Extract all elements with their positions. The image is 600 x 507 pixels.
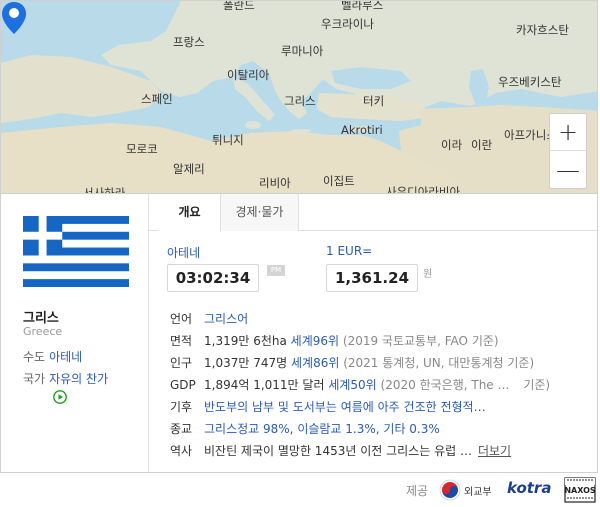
- population-source: (2021 통계청, UN, 대만통계청 기준): [343, 356, 535, 370]
- map-label-algeria: 알제리: [173, 162, 205, 176]
- religion-link[interactable]: 그리스정교 98%, 이슬람교 1.3%, 기타 0.3%: [204, 422, 440, 436]
- naxos-logo-icon[interactable]: NAXOS: [564, 477, 596, 503]
- map-label-western-sahara: 서사하라: [83, 186, 126, 193]
- gdp-value: 1,894억 1,011만 달러: [204, 378, 325, 392]
- anthem-row: 국가 자유의 찬가: [23, 370, 108, 387]
- exchange-label: 1 EUR=: [326, 244, 373, 258]
- provider-label: 제공: [406, 484, 429, 498]
- area-value: 1,319만 6천ha: [204, 334, 287, 348]
- location-pin-icon[interactable]: [1, 1, 27, 35]
- gdp-rank-link[interactable]: 세계50위: [328, 378, 376, 392]
- map-label-belarus: 벨라루스: [341, 0, 384, 12]
- time-city-label: 아테네: [167, 246, 201, 260]
- map-label-uzbekistan: 우즈베키스탄: [498, 75, 562, 89]
- country-name: 그리스: [23, 311, 59, 326]
- map-label-italy: 이탈리아: [227, 68, 270, 82]
- detail-key: GDP: [170, 378, 196, 392]
- detail-row-climate: 기후 반도부의 남부 및 도서부는 여름에 아주 건조한 전형적…: [170, 398, 486, 415]
- map-label-spain: 스페인: [141, 92, 173, 106]
- exchange-rate-value: 1,361.24: [326, 264, 418, 292]
- language-link[interactable]: 그리스어: [204, 312, 248, 326]
- greece-flag-icon: [23, 216, 129, 287]
- map-label-iraq: 이라: [441, 138, 463, 152]
- detail-row-religion: 종교 그리스정교 98%, 이슬람교 1.3%, 기타 0.3%: [170, 420, 440, 437]
- zoom-in-button[interactable]: +: [550, 114, 586, 151]
- detail-key: 인구: [170, 356, 193, 370]
- tab-overview[interactable]: 개요: [159, 194, 221, 232]
- map-label-france: 프랑스: [173, 35, 205, 49]
- detail-key: 종교: [170, 422, 193, 436]
- zoom-out-button[interactable]: —: [550, 151, 586, 188]
- map-label-morocco: 모로코: [126, 142, 158, 156]
- zoom-control: + —: [549, 113, 587, 189]
- map[interactable]: 폴란드 벨라루스 우크라이나 카자흐스탄 프랑스 루마니아 이탈리아 우즈베키스…: [0, 0, 598, 193]
- capital-row: 수도 아테네: [23, 348, 82, 365]
- map-label-iran: 이란: [471, 138, 493, 152]
- gdp-source-end: 기준): [523, 378, 551, 392]
- capital-label: 수도: [23, 350, 46, 364]
- area-source: (2019 국토교통부, FAO 기준): [342, 334, 499, 348]
- capital-link[interactable]: 아테네: [49, 350, 82, 364]
- detail-key: 역사: [170, 444, 193, 458]
- info-tabs: 개요 경제·물가: [149, 194, 597, 232]
- local-time-clock: 03:02:34: [167, 264, 259, 292]
- map-label-turkey: 터키: [363, 94, 385, 108]
- play-icon[interactable]: [53, 390, 67, 404]
- map-label-egypt: 이집트: [323, 174, 355, 188]
- detail-row-population: 인구 1,037만 747명 세계86위 (2021 통계청, UN, 대만통계청…: [170, 354, 534, 371]
- mofa-text: 외교부: [464, 486, 492, 498]
- detail-key: 언어: [170, 312, 193, 326]
- gdp-source: (2020 한국은행, The …: [380, 378, 510, 392]
- mofa-logo[interactable]: 외교부: [439, 478, 492, 502]
- naxos-text: NAXOS: [564, 486, 596, 495]
- map-label-libya: 리비아: [259, 176, 291, 190]
- map-label-kazakhstan: 카자흐스탄: [516, 23, 569, 37]
- provider-footer: 제공 외교부 kotra NAXOS: [0, 474, 598, 506]
- map-label-tunisia: 튀니지: [212, 133, 244, 147]
- map-label-poland: 폴란드: [223, 0, 255, 12]
- currency-unit: 원: [423, 269, 433, 280]
- history-text: 비잔틴 제국이 멸망한 1453년 이전 그리스는 유럽 …: [204, 444, 472, 458]
- detail-row-language: 언어 그리스어: [170, 310, 248, 327]
- more-link[interactable]: 더보기: [478, 444, 511, 458]
- tab-economy[interactable]: 경제·물가: [221, 194, 299, 231]
- country-summary: 그리스 Greece 수도 아테네 국가 자유의 찬가: [1, 194, 149, 472]
- ampm-badge: PM: [267, 265, 285, 276]
- map-label-akrotiri: Akrotiri: [341, 123, 383, 137]
- detail-row-history: 역사 비잔틴 제국이 멸망한 1453년 이전 그리스는 유럽 … 더보기: [170, 442, 511, 459]
- country-name-english: Greece: [23, 325, 63, 338]
- population-rank-link[interactable]: 세계86위: [291, 356, 339, 370]
- map-label-ukraine: 우크라이나: [321, 17, 374, 31]
- kotra-logo[interactable]: kotra: [507, 479, 551, 497]
- map-label-saudi-arabia: 사우디아라비아: [386, 185, 461, 193]
- anthem-link[interactable]: 자유의 찬가: [49, 372, 108, 386]
- anthem-label: 국가: [23, 372, 46, 386]
- mofa-emblem-icon: [439, 479, 461, 501]
- detail-key: 면적: [170, 334, 193, 348]
- detail-row-gdp: GDP 1,894억 1,011만 달러 세계50위 (2020 한국은행, Th…: [170, 376, 550, 393]
- climate-link[interactable]: 반도부의 남부 및 도서부는 여름에 아주 건조한 전형적…: [204, 400, 486, 414]
- detail-row-area: 면적 1,319만 6천ha 세계96위 (2019 국토교통부, FAO 기준): [170, 332, 499, 349]
- map-label-greece: 그리스: [284, 94, 316, 108]
- map-label-romania: 루마니아: [281, 44, 324, 58]
- population-value: 1,037만 747명: [204, 356, 288, 370]
- detail-key: 기후: [170, 400, 193, 414]
- area-rank-link[interactable]: 세계96위: [291, 334, 339, 348]
